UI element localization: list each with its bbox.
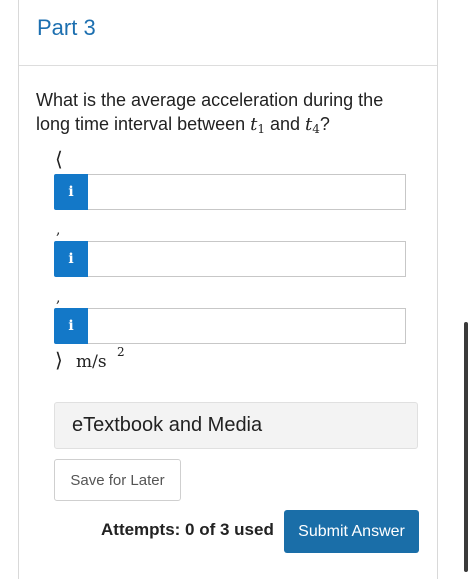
- answer-input-x[interactable]: [88, 174, 406, 210]
- units-exponent: 2: [117, 345, 125, 359]
- question-connector: and: [265, 114, 306, 134]
- question-text-after: ?: [319, 114, 330, 134]
- vector-component-x: i: [54, 174, 406, 210]
- question-text-before: What is the average acceleration during …: [36, 90, 384, 134]
- vector-open-bracket: ⟨: [55, 147, 63, 171]
- vector-separator: ,: [56, 290, 61, 306]
- subscript-4: 4: [312, 122, 320, 136]
- vector-component-y: i: [54, 241, 406, 277]
- subscript-1: 1: [257, 122, 265, 136]
- info-icon[interactable]: i: [54, 241, 88, 277]
- vector-component-z: i: [54, 308, 406, 344]
- info-icon[interactable]: i: [54, 308, 88, 344]
- save-for-later-button[interactable]: Save for Later: [54, 459, 181, 501]
- vector-separator: ,: [56, 222, 61, 238]
- question-text: What is the average acceleration during …: [36, 88, 396, 141]
- vector-close-bracket: ⟩: [55, 348, 63, 372]
- attempts-counter: Attempts: 0 of 3 used: [101, 520, 274, 539]
- part-header: Part 3: [19, 0, 437, 66]
- scrollbar[interactable]: [464, 322, 468, 572]
- etextbook-media-button[interactable]: eTextbook and Media: [54, 402, 418, 449]
- units-label: m/s: [76, 352, 107, 372]
- submit-answer-button[interactable]: Submit Answer: [284, 510, 419, 553]
- part-title: Part 3: [37, 15, 96, 40]
- answer-input-z[interactable]: [88, 308, 406, 344]
- answer-input-y[interactable]: [88, 241, 406, 277]
- info-icon[interactable]: i: [54, 174, 88, 210]
